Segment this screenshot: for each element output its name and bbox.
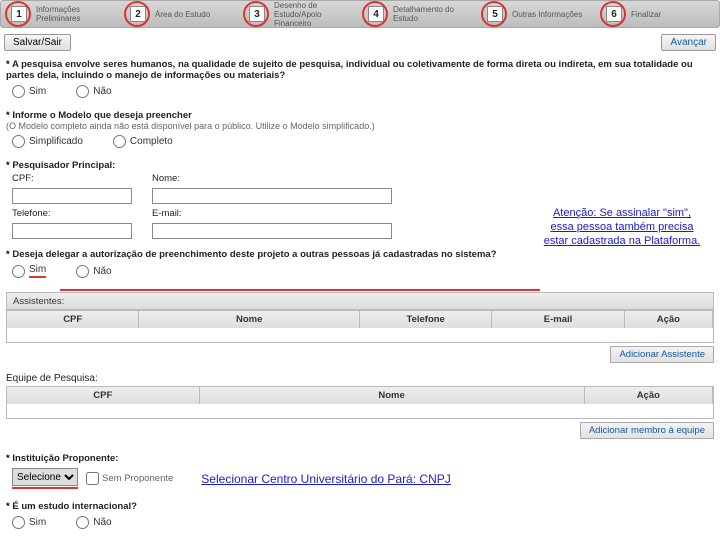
radio-sim[interactable]: Sim <box>12 85 46 98</box>
instituicao-label: * Instituição Proponente: <box>6 453 714 464</box>
eq-col-cpf: CPF <box>7 387 200 404</box>
pointer-line <box>60 289 540 291</box>
radio-completo[interactable]: Completo <box>113 135 173 148</box>
radios-human-subjects: Sim Não <box>6 81 714 102</box>
radio-simplificado[interactable]: Simplificado <box>12 135 83 148</box>
save-exit-button[interactable]: Salvar/Sair <box>4 34 71 51</box>
assistentes-header: Assistentes: <box>6 292 714 310</box>
principal-researcher-title: * Pesquisador Principal: <box>6 160 714 171</box>
label-nome: Nome: <box>152 173 402 184</box>
step-5[interactable]: 5 Outras Informações <box>479 2 598 26</box>
ring-icon <box>243 1 269 27</box>
col-cpf: CPF <box>7 311 139 328</box>
next-button[interactable]: Avançar <box>661 34 716 51</box>
radio-delegate-nao[interactable]: Não <box>76 264 111 278</box>
annotation-select-cnpj: Selecionar Centro Universitário do Pará:… <box>201 472 450 486</box>
sem-proponente-check[interactable]: Sem Proponente <box>86 472 173 485</box>
step-3[interactable]: 3 Desenho de Estudo/Apoio Financeiro <box>241 1 360 28</box>
question-delegate: * Deseja delegar a autorização de preenc… <box>6 249 714 260</box>
stepper: 1 Informações Preliminares 2 Área do Est… <box>0 0 720 28</box>
col-nome: Nome <box>139 311 360 328</box>
col-acao: Ação <box>625 311 713 328</box>
ring-icon <box>124 1 150 27</box>
radios-delegate: Sim Não <box>6 260 714 282</box>
question-human-subjects: * A pesquisa envolve seres humanos, na q… <box>6 59 714 81</box>
radio-delegate-sim[interactable]: Sim <box>12 264 46 278</box>
eq-col-nome: Nome <box>200 387 585 404</box>
add-assistente-button[interactable]: Adicionar Assistente <box>610 346 714 363</box>
model-hint: (O Modelo completo ainda não está dispon… <box>6 121 714 131</box>
instituicao-select[interactable]: Selecione <box>12 468 78 486</box>
ring-icon <box>481 1 507 27</box>
telefone-input[interactable] <box>12 223 132 239</box>
step-2[interactable]: 2 Área do Estudo <box>122 2 241 26</box>
label-telefone: Telefone: <box>12 208 142 219</box>
col-telefone: Telefone <box>360 311 492 328</box>
add-equipe-button[interactable]: Adicionar membro à equipe <box>580 422 714 439</box>
eq-col-acao: Ação <box>585 387 713 404</box>
ring-icon <box>5 1 31 27</box>
ring-icon <box>600 1 626 27</box>
col-email: E-mail <box>492 311 624 328</box>
step-1[interactable]: 1 Informações Preliminares <box>3 2 122 26</box>
radios-international: Sim Não <box>6 512 714 533</box>
equipe-title: Equipe de Pesquisa: <box>0 363 720 386</box>
assistentes-table: CPF Nome Telefone E-mail Ação <box>6 310 714 343</box>
nome-input[interactable] <box>152 188 392 204</box>
radio-int-nao[interactable]: Não <box>76 516 111 529</box>
ring-icon <box>362 1 388 27</box>
assistentes-empty <box>7 328 713 342</box>
radios-model: Simplificado Completo <box>6 131 714 152</box>
label-email: E-mail: <box>152 208 402 219</box>
email-input[interactable] <box>152 223 392 239</box>
equipe-table: CPF Nome Ação <box>6 386 714 419</box>
question-model: * Informe o Modelo que deseja preencher <box>6 110 714 121</box>
equipe-empty <box>7 404 713 418</box>
toolbar: Salvar/Sair Avançar <box>0 28 720 57</box>
step-4[interactable]: 4 Detalhamento do Estudo <box>360 2 479 26</box>
label-cpf: CPF: <box>12 173 142 184</box>
cpf-input[interactable] <box>12 188 132 204</box>
radio-nao[interactable]: Não <box>76 85 111 98</box>
question-international: * É um estudo internacional? <box>6 501 714 512</box>
callout-attention: Atenção: Se assinalar "sim", essa pessoa… <box>542 206 702 248</box>
step-6[interactable]: 6 Finalizar <box>598 2 717 26</box>
radio-int-sim[interactable]: Sim <box>12 516 46 529</box>
